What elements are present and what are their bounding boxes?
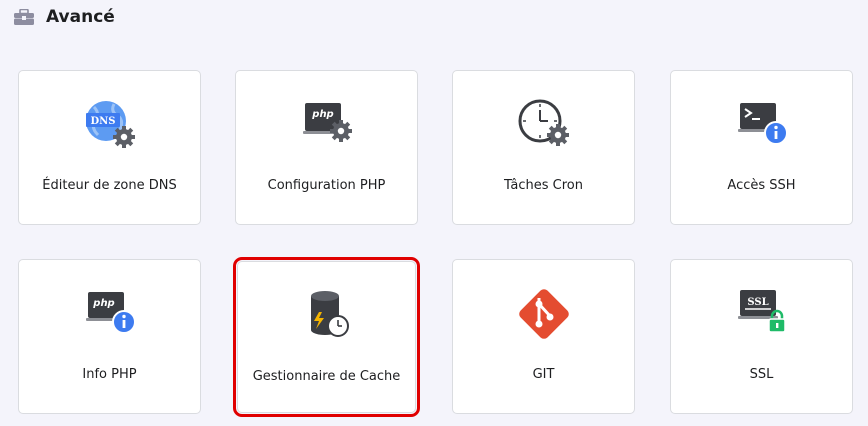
tools-grid: DNS Éditeur de zone DNS php Configuratio… — [0, 0, 868, 426]
card-ssh-access[interactable]: Accès SSH — [670, 70, 853, 225]
card-label: Info PHP — [82, 367, 137, 382]
svg-text:php: php — [311, 109, 333, 120]
card-php-configuration[interactable]: php Configuration PHP — [235, 70, 418, 225]
card-label: Accès SSH — [727, 178, 796, 193]
card-cron-jobs[interactable]: Tâches Cron — [452, 70, 635, 225]
dns-gear-icon: DNS — [80, 97, 140, 153]
php-gear-icon: php — [297, 97, 357, 153]
php-info-icon: php — [80, 286, 140, 342]
svg-text:SSL: SSL — [747, 297, 768, 308]
cache-database-icon — [297, 288, 357, 344]
git-icon — [514, 286, 574, 342]
card-label: Gestionnaire de Cache — [252, 369, 401, 384]
terminal-info-icon — [732, 97, 792, 153]
card-label: Tâches Cron — [503, 178, 583, 193]
card-php-info[interactable]: php Info PHP — [18, 259, 201, 414]
card-label: GIT — [532, 367, 555, 382]
svg-text:php: php — [92, 298, 114, 309]
svg-text:DNS: DNS — [90, 116, 115, 127]
card-label: SSL — [749, 367, 774, 382]
card-ssl[interactable]: SSL SSL — [670, 259, 853, 414]
card-git[interactable]: GIT — [452, 259, 635, 414]
clock-gear-icon — [514, 97, 574, 153]
card-dns-zone-editor[interactable]: DNS Éditeur de zone DNS — [18, 70, 201, 225]
card-label: Configuration PHP — [267, 178, 386, 193]
card-label: Éditeur de zone DNS — [42, 178, 177, 193]
ssl-lock-icon: SSL — [732, 286, 792, 342]
card-cache-manager[interactable]: Gestionnaire de Cache — [233, 257, 420, 417]
